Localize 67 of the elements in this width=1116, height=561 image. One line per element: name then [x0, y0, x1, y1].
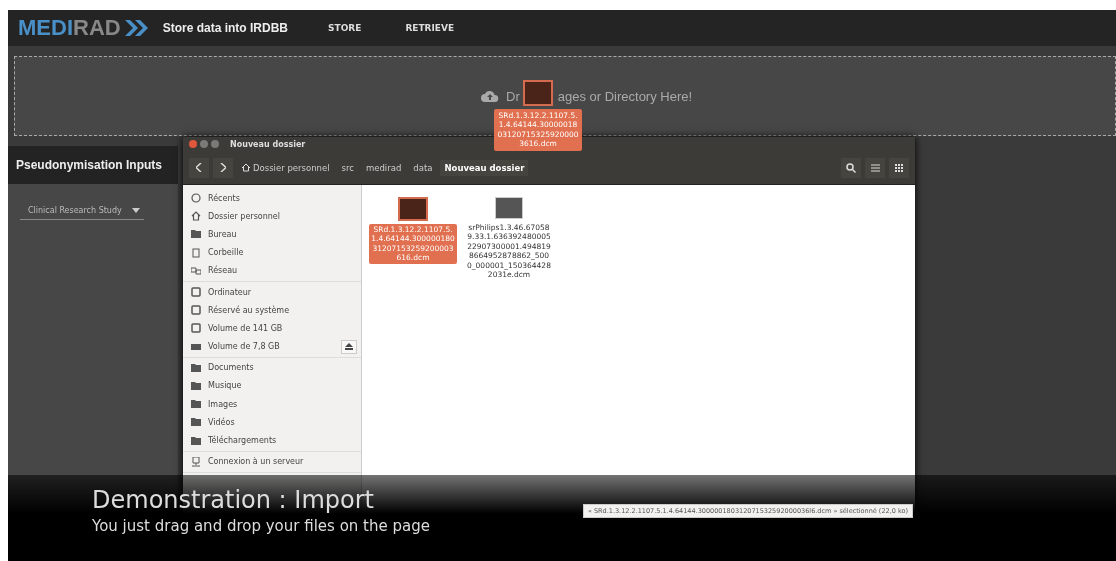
folder-icon	[191, 362, 201, 373]
home-icon	[241, 163, 251, 172]
folder-icon	[191, 435, 201, 446]
network-icon	[191, 265, 201, 276]
drop-text: ages or Directory Here!	[557, 88, 693, 104]
sidebar-item[interactable]: Ordinateur	[208, 287, 252, 297]
drive-icon	[191, 305, 201, 316]
sidebar-item[interactable]: Images	[208, 399, 238, 409]
search-icon	[846, 162, 856, 173]
sidebar-item[interactable]: Corbeille	[208, 248, 244, 258]
dragged-file-thumbnail	[523, 80, 553, 106]
sidebar-item[interactable]: Musique	[208, 381, 242, 391]
list-icon	[870, 163, 880, 172]
breadcrumb[interactable]: src	[337, 159, 358, 176]
sidebar-item[interactable]: Connexion à un serveur	[208, 457, 304, 467]
file-thumbnail[interactable]	[398, 197, 428, 221]
caption-title: Demonstration : Import	[92, 485, 374, 515]
search-button[interactable]	[841, 157, 861, 178]
eject-icon	[345, 343, 353, 351]
nav-link[interactable]: RETRIEVE	[405, 23, 455, 33]
folder-icon	[191, 380, 201, 391]
sidebar-item[interactable]: Vidéos	[208, 417, 235, 427]
page-title: Store data into IRDBB	[162, 21, 288, 35]
sidebar-item[interactable]: Bureau	[208, 229, 237, 239]
caret-icon	[131, 208, 140, 213]
folder-icon	[191, 229, 201, 240]
sidebar-item[interactable]: Réservé au système	[208, 305, 290, 315]
server-icon	[191, 456, 201, 467]
list-view-button[interactable]	[865, 157, 885, 178]
usb-icon	[191, 341, 201, 352]
sidebar-item[interactable]: Récents	[208, 193, 240, 203]
grid-icon	[895, 163, 903, 172]
sidebar-item[interactable]: Réseau	[208, 266, 238, 276]
close-icon[interactable]	[189, 140, 197, 148]
minimize-icon[interactable]	[200, 140, 208, 148]
cloud-upload-icon	[481, 90, 499, 102]
sidebar-item[interactable]: Téléchargements	[208, 436, 277, 446]
logo: MEDIRAD	[18, 15, 121, 41]
breadcrumb[interactable]: medirad	[361, 159, 406, 176]
trash-icon	[191, 247, 201, 258]
sidebar-item[interactable]: Dossier personnel	[208, 211, 280, 221]
sidebar-item[interactable]: Volume de 7,8 GB	[208, 342, 280, 352]
eject-button[interactable]	[341, 339, 357, 354]
caption-subtitle: You just drag and drop your files on the page	[92, 517, 430, 535]
sidebar-item[interactable]: Documents	[208, 363, 254, 373]
study-dropdown[interactable]: Clinical Research Study	[20, 202, 144, 220]
computer-icon	[191, 287, 201, 298]
chevron-right-icon	[220, 163, 226, 172]
drive-icon	[191, 323, 201, 334]
grid-view-button[interactable]	[889, 157, 909, 178]
back-button[interactable]	[189, 157, 209, 178]
folder-icon	[191, 417, 201, 428]
drop-text: Dr	[506, 88, 520, 104]
sidebar-item[interactable]: Volume de 141 GB	[208, 323, 283, 333]
breadcrumb[interactable]: Dossier personnel	[237, 159, 334, 176]
file-thumbnail[interactable]	[495, 197, 523, 219]
panel-title: Pseudonymisation Inputs	[15, 157, 163, 174]
maximize-icon[interactable]	[211, 140, 219, 148]
nav-link[interactable]: STORE	[328, 23, 362, 33]
breadcrumb[interactable]: data	[409, 159, 437, 176]
breadcrumb[interactable]: Nouveau dossier	[440, 159, 529, 176]
forward-button[interactable]	[213, 157, 233, 178]
folder-icon	[191, 399, 201, 410]
home-icon	[191, 211, 201, 222]
chevron-left-icon	[196, 163, 202, 172]
clock-icon	[191, 193, 201, 204]
window-title: Nouveau dossier	[230, 139, 306, 149]
